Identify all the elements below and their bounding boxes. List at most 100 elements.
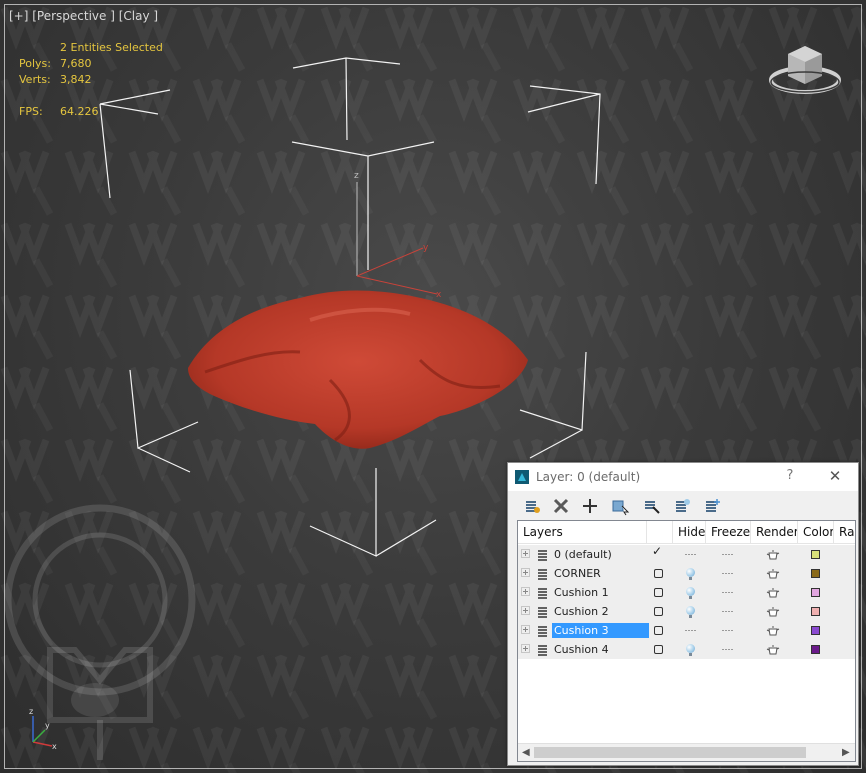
layer-color-swatch[interactable] [811, 626, 820, 635]
layer-table[interactable]: Layers Hide Freeze Render Color Ra 0 (de… [517, 520, 856, 762]
column-header-active[interactable] [647, 521, 673, 544]
delete-layer-icon[interactable] [551, 496, 571, 516]
layer-stack-icon [538, 569, 547, 580]
hide-toggle[interactable] [681, 583, 701, 602]
active-layer-cell[interactable] [649, 621, 673, 640]
freeze-toggle[interactable] [718, 621, 738, 640]
freeze-toggle[interactable] [718, 602, 738, 621]
expand-icon[interactable] [521, 606, 530, 615]
expand-icon[interactable] [521, 625, 530, 634]
layer-color-swatch[interactable] [811, 550, 820, 559]
viewport-label[interactable]: [+] [Perspective ] [Clay ] [9, 9, 158, 23]
hide-toggle[interactable] [681, 602, 701, 621]
column-header-color[interactable]: Color [798, 521, 834, 544]
svg-text:x: x [52, 742, 57, 751]
layer-row[interactable]: CORNER [518, 564, 855, 583]
verts-label: Verts: [19, 73, 51, 86]
scroll-left-icon[interactable]: ◀ [522, 747, 530, 758]
active-checkbox[interactable] [654, 626, 663, 635]
render-teapot-icon[interactable] [766, 549, 780, 560]
active-layer-cell[interactable]: ✓ [649, 544, 673, 564]
layer-name[interactable]: Cushion 4 [552, 642, 611, 657]
svg-text:z: z [29, 707, 33, 716]
viewcube-icon[interactable] [766, 40, 844, 98]
layer-stack-icon [538, 626, 547, 637]
hide-toggle[interactable] [681, 640, 701, 659]
freeze-toggle[interactable] [718, 583, 738, 602]
layer-color-swatch[interactable] [811, 569, 820, 578]
active-checkbox[interactable] [654, 588, 663, 597]
svg-text:y: y [45, 721, 50, 730]
active-layer-cell[interactable] [649, 583, 673, 602]
dialog-title-bar[interactable]: Layer: 0 (default) ? ✕ [508, 463, 858, 491]
add-to-layer-icon[interactable] [580, 496, 600, 516]
layer-dialog[interactable]: Layer: 0 (default) ? ✕ Layers Hide Freez… [507, 462, 859, 766]
active-layer-cell[interactable] [649, 564, 673, 583]
freeze-toggle[interactable] [718, 545, 738, 564]
expand-icon[interactable] [521, 587, 530, 596]
active-checkbox[interactable] [654, 607, 663, 616]
layer-stack-icon [538, 607, 547, 618]
layer-row[interactable]: Cushion 4 [518, 640, 855, 659]
fps-value: 64.226 [60, 105, 99, 118]
polys-label: Polys: [19, 57, 51, 70]
hide-toggle[interactable] [681, 621, 701, 640]
polys-value: 7,680 [60, 57, 92, 70]
render-teapot-icon[interactable] [766, 644, 780, 655]
layer-toolbar [508, 492, 858, 520]
column-header-layers[interactable]: Layers [518, 521, 647, 544]
layer-name[interactable]: 0 (default) [552, 547, 614, 562]
highlight-layer-icon[interactable] [641, 496, 661, 516]
layer-color-swatch[interactable] [811, 588, 820, 597]
hide-toggle[interactable] [681, 564, 701, 583]
app-logo-icon [515, 470, 529, 484]
expand-icon[interactable] [521, 549, 530, 558]
hide-toggle[interactable] [681, 545, 701, 564]
layer-color-swatch[interactable] [811, 645, 820, 654]
scrollbar-thumb[interactable] [534, 747, 806, 758]
dialog-title: Layer: 0 (default) [536, 470, 641, 484]
layer-color-swatch[interactable] [811, 607, 820, 616]
lightbulb-icon [686, 606, 695, 618]
layer-row[interactable]: Cushion 2 [518, 602, 855, 621]
layer-stack-icon [538, 588, 547, 599]
horizontal-scrollbar[interactable]: ◀ ▶ [518, 743, 855, 761]
column-header-hide[interactable]: Hide [673, 521, 706, 544]
column-header-radiosity[interactable]: Ra [834, 521, 855, 544]
hide-all-icon[interactable] [672, 496, 692, 516]
axis-z-label: z [354, 171, 359, 181]
fps-label: FPS: [19, 105, 43, 118]
select-objects-icon[interactable] [610, 496, 630, 516]
close-button[interactable]: ✕ [826, 467, 844, 485]
freeze-all-icon[interactable] [702, 496, 722, 516]
layer-row[interactable]: 0 (default) ✓ [518, 544, 855, 564]
layer-name[interactable]: Cushion 3 [552, 623, 649, 638]
layer-name[interactable]: CORNER [552, 566, 603, 581]
active-checkbox[interactable] [654, 645, 663, 654]
layer-stack-icon [538, 550, 547, 561]
column-header-freeze[interactable]: Freeze [706, 521, 751, 544]
render-teapot-icon[interactable] [766, 568, 780, 579]
layer-name[interactable]: Cushion 1 [552, 585, 611, 600]
scroll-right-icon[interactable]: ▶ [842, 747, 850, 758]
axis-x-label: x [436, 290, 442, 300]
active-layer-cell[interactable] [649, 602, 673, 621]
active-checkbox[interactable] [654, 569, 663, 578]
active-layer-cell[interactable] [649, 640, 673, 659]
expand-icon[interactable] [521, 644, 530, 653]
layer-row[interactable]: Cushion 1 [518, 583, 855, 602]
checkmark-icon: ✓ [652, 544, 663, 558]
layer-stack-icon [538, 645, 547, 656]
expand-icon[interactable] [521, 568, 530, 577]
freeze-toggle[interactable] [718, 640, 738, 659]
help-button[interactable]: ? [782, 468, 798, 486]
column-header-render[interactable]: Render [751, 521, 798, 544]
render-teapot-icon[interactable] [766, 587, 780, 598]
layer-name[interactable]: Cushion 2 [552, 604, 611, 619]
layer-row-selected[interactable]: Cushion 3 [518, 621, 855, 640]
create-layer-icon[interactable] [522, 496, 542, 516]
render-teapot-icon[interactable] [766, 625, 780, 636]
render-teapot-icon[interactable] [766, 606, 780, 617]
freeze-toggle[interactable] [718, 564, 738, 583]
axis-y-label: y [423, 243, 429, 253]
